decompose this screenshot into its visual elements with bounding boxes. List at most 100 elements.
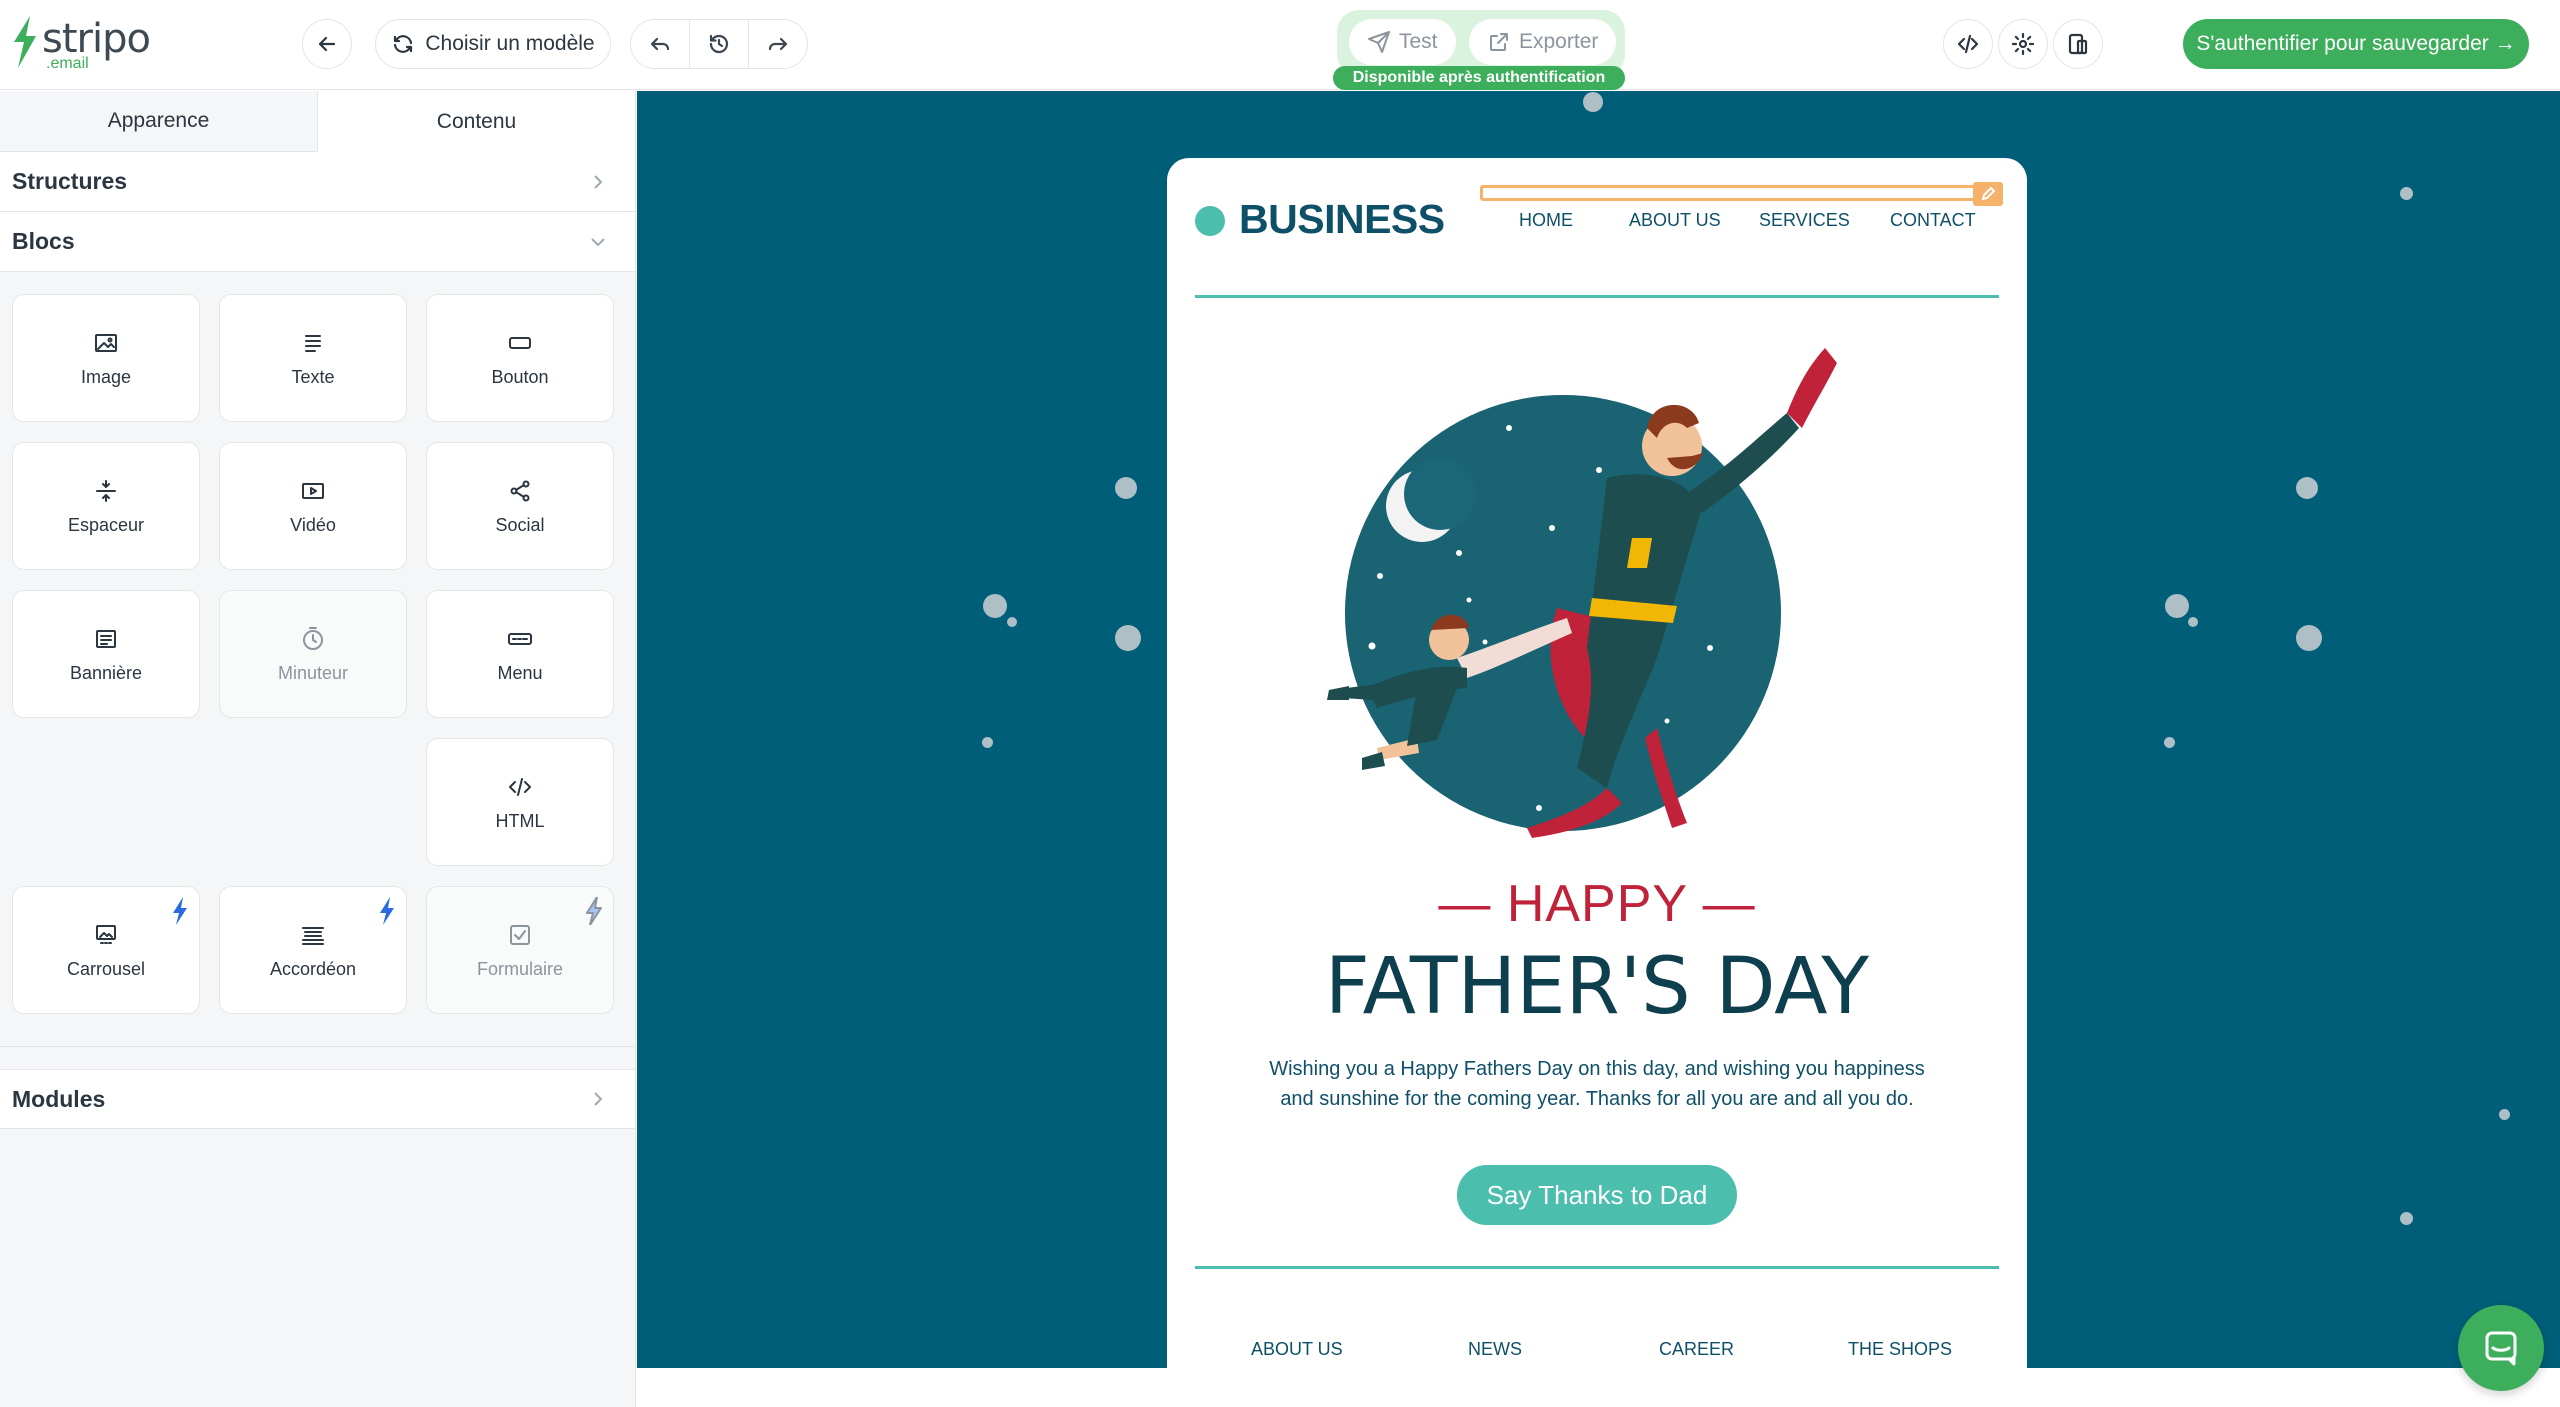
banner-icon [96,629,116,648]
block-label: Formulaire [476,958,564,979]
snow-dot [2165,594,2189,618]
authenticate-save-button[interactable]: S'authentifier pour sauvegarder → [2183,19,2529,69]
amp-bolt-icon [378,897,396,925]
snow-dot [1007,617,1017,627]
choose-template-button[interactable]: Choisir un modèle [375,19,611,69]
blocks-grid: Image Texte Bouton Espaceur Vidéo Social… [0,272,635,1047]
snow-dot [982,737,993,748]
image-icon [95,333,117,352]
say-thanks-button[interactable]: Say Thanks to Dad [1457,1165,1737,1225]
hero-illustration[interactable] [1307,328,1897,838]
tab-content[interactable]: Contenu [317,91,635,152]
edit-block-handle[interactable] [1973,182,2003,206]
chevron-down-icon [591,237,605,246]
export-icon [1490,33,1508,51]
block-social[interactable]: Social [426,442,614,570]
share-icon [510,480,530,501]
undo-icon [650,37,670,51]
redo-button[interactable] [749,20,807,68]
block-label: Bouton [491,366,549,387]
footer-divider [1195,1266,1999,1269]
section-structures[interactable]: Structures [0,152,635,212]
block-label: Carrousel [66,958,146,979]
email-nav-contact[interactable]: CONTACT [1890,210,1976,231]
block-label: Vidéo [290,514,336,535]
back-button[interactable] [302,19,352,69]
choose-template-label: Choisir un modèle [425,32,595,55]
settings-button[interactable] [1998,19,2048,69]
footer-nav-shops[interactable]: THE SHOPS [1848,1339,1952,1360]
accordion-icon [302,926,324,945]
footer-nav-career[interactable]: CAREER [1659,1339,1734,1360]
chat-support-button[interactable] [2458,1305,2544,1391]
device-preview-button[interactable] [2053,19,2103,69]
menu-icon [508,632,532,645]
email-template[interactable]: BUSINESS HOME ABOUT US SERVICES CONTACT [1167,158,2027,1368]
tab-appearance[interactable]: Apparence [0,91,317,152]
refresh-icon [394,35,413,53]
block-form[interactable]: Formulaire [426,886,614,1014]
snow-dot [2296,625,2322,651]
email-nav-about[interactable]: ABOUT US [1629,210,1721,231]
fathers-day-title[interactable]: FATHER'S DAY [1167,942,2027,1032]
brand-name[interactable]: BUSINESS [1239,196,1445,243]
chevron-right-icon [594,1092,603,1106]
block-button[interactable]: Bouton [426,294,614,422]
block-video[interactable]: Vidéo [219,442,407,570]
menu-selection-outline [1480,185,2003,201]
footer-nav-news[interactable]: NEWS [1468,1339,1522,1360]
stripo-logo[interactable]: stripo .email [10,14,160,74]
block-accordion[interactable]: Accordéon [219,886,407,1014]
body-paragraph[interactable]: Wishing you a Happy Fathers Day on this … [1257,1054,1937,1114]
form-icon [510,924,530,945]
block-html[interactable]: HTML [426,738,614,866]
chat-icon [2485,1331,2517,1366]
block-timer[interactable]: Minuteur [219,590,407,718]
send-icon [1368,31,1390,53]
snow-dot [2400,1212,2413,1225]
snow-dot [1115,477,1137,499]
history-controls [630,19,808,69]
stripo-logo-icon [14,16,36,68]
block-text[interactable]: Texte [219,294,407,422]
export-button[interactable]: Exporter [1469,19,1617,65]
editor-canvas[interactable]: BUSINESS HOME ABOUT US SERVICES CONTACT [637,91,2560,1368]
code-editor-button[interactable] [1943,19,1993,69]
snow-dot [2188,617,2198,627]
block-menu[interactable]: Menu [426,590,614,718]
section-modules[interactable]: Modules [0,1069,635,1129]
video-icon [302,482,324,499]
block-label: Menu [497,662,543,683]
edit-icon [1981,186,1996,201]
snow-dot [2400,187,2413,200]
block-banner[interactable]: Bannière [12,590,200,718]
email-nav-home[interactable]: HOME [1519,210,1573,231]
snow-dot [983,594,1007,618]
happy-heading[interactable]: — HAPPY — [1167,874,2027,934]
section-blocks[interactable]: Blocs [0,212,635,272]
email-nav-services[interactable]: SERVICES [1759,210,1850,231]
amp-bolt-icon [171,897,189,925]
block-label: Accordéon [269,958,357,979]
block-spacer[interactable]: Espaceur [12,442,200,570]
export-label: Exporter [1519,30,1599,53]
footer-nav-about[interactable]: ABOUT US [1251,1339,1343,1360]
block-label: Social [495,514,545,535]
section-structures-label: Structures [12,168,128,194]
history-button[interactable] [690,20,749,68]
left-sidebar: Apparence Contenu Structures Blocs Image… [0,91,636,1407]
block-image[interactable]: Image [12,294,200,422]
brand-logo-dot [1195,206,1225,236]
amp-bolt-icon [585,896,603,926]
history-icon [709,34,729,54]
test-button[interactable]: Test [1349,19,1456,65]
spacer-icon [96,479,116,502]
block-carousel[interactable]: Carrousel [12,886,200,1014]
undo-button[interactable] [631,20,690,68]
chevron-right-icon [594,174,603,189]
snow-dot [2164,737,2175,748]
button-icon [509,336,531,349]
test-label: Test [1399,30,1438,53]
section-blocks-label: Blocs [12,228,75,254]
redo-icon [768,37,788,51]
